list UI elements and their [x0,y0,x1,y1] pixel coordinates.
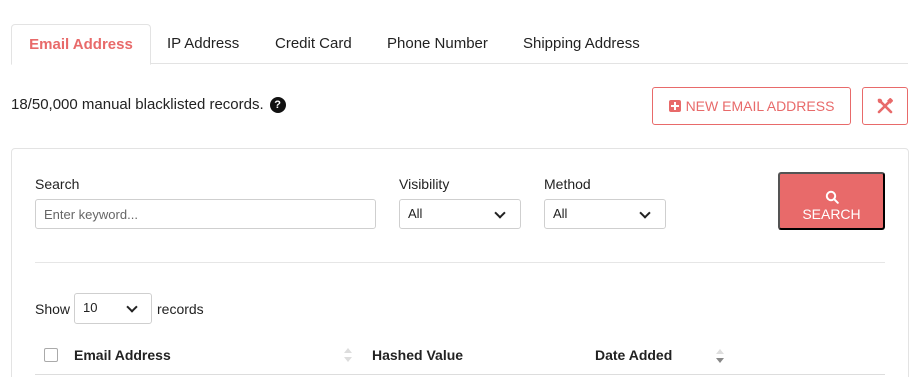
search-label: Search [35,176,80,192]
records-count-text: 18/50,000 manual blacklisted records. [11,96,264,113]
visibility-label: Visibility [399,176,450,192]
tab-shipping-address[interactable]: Shipping Address [523,24,640,64]
table-header-divider [35,374,885,375]
visibility-select[interactable]: All [399,199,521,229]
filter-panel: Search Visibility All Method All SEARCH … [11,148,909,377]
page-size-select[interactable]: 10 [74,293,152,324]
new-email-address-button[interactable]: NEW EMAIL ADDRESS [652,87,851,125]
sort-desc-icon[interactable] [716,349,724,363]
tab-ip-address[interactable]: IP Address [167,24,239,64]
tab-bar: Email Address IP Address Credit Card Pho… [11,24,908,65]
tab-phone-number[interactable]: Phone Number [387,24,488,64]
show-label: Show [35,301,71,317]
search-input[interactable] [35,199,376,229]
search-icon [825,190,839,204]
new-email-address-label: NEW EMAIL ADDRESS [685,98,835,114]
column-header-date-added[interactable]: Date Added [595,347,672,363]
column-header-hashed-value[interactable]: Hashed Value [372,347,463,363]
tab-credit-card[interactable]: Credit Card [275,24,352,64]
method-select[interactable]: All [544,199,666,229]
tab-email-address[interactable]: Email Address [11,24,151,65]
column-header-email-address[interactable]: Email Address [74,347,171,363]
tools-icon [877,98,893,114]
chevron-down-icon [126,301,138,313]
records-info: 18/50,000 manual blacklisted records. ? [11,96,286,114]
plus-icon [668,100,681,112]
chevron-down-icon [494,207,506,219]
method-value: All [553,206,568,221]
chevron-down-icon [639,207,651,219]
tools-button[interactable] [862,87,908,125]
search-button[interactable]: SEARCH [778,172,885,230]
page-size-value: 10 [83,300,98,315]
divider [35,262,885,263]
records-label: records [157,301,204,317]
visibility-value: All [408,206,423,221]
search-button-label: SEARCH [802,206,861,222]
method-label: Method [544,176,591,192]
help-icon[interactable]: ? [269,97,286,113]
sort-icon[interactable] [344,348,352,362]
select-all-checkbox[interactable] [44,348,58,362]
